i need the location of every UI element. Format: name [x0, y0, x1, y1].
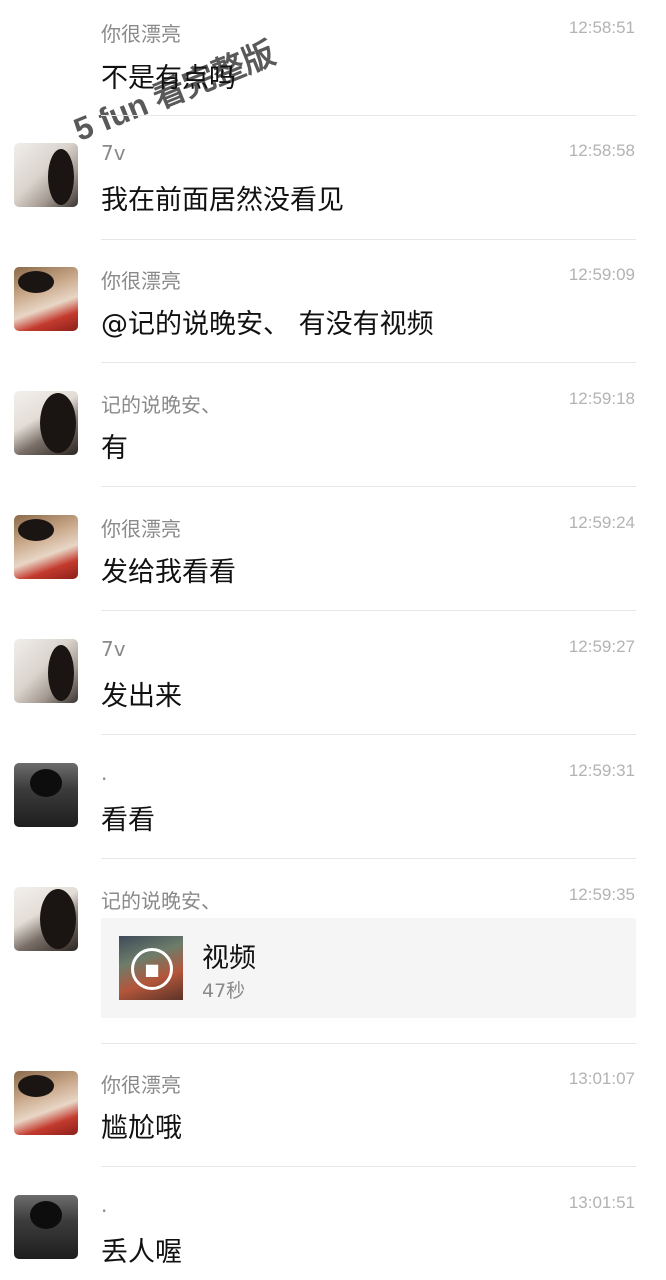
- message-time: 12:58:58: [568, 141, 635, 160]
- message-time: 13:01:51: [568, 1193, 635, 1212]
- sender-name: 7v: [101, 141, 126, 165]
- sender-name: 你很漂亮: [101, 269, 181, 293]
- video-thumbnail[interactable]: ■: [119, 936, 183, 1000]
- video-duration: 47秒: [202, 980, 246, 1002]
- message-text: 发给我看看: [101, 557, 236, 588]
- message-item[interactable]: 你很漂亮 12:58:51 不是有点吗: [0, 0, 666, 116]
- message-time: 12:59:18: [568, 389, 635, 408]
- message-time: 12:59:27: [568, 637, 635, 656]
- message-time: 13:01:07: [568, 1069, 635, 1088]
- sender-name: .: [101, 1193, 108, 1217]
- sender-name: 记的说晚安、: [101, 889, 221, 913]
- avatar[interactable]: [14, 887, 78, 951]
- sender-name: 你很漂亮: [101, 517, 181, 541]
- video-title: 视频: [202, 943, 256, 974]
- sender-name: .: [101, 761, 108, 785]
- avatar[interactable]: [14, 143, 78, 207]
- message-text: 有: [101, 433, 128, 464]
- video-camera-icon: ■: [131, 948, 173, 990]
- message-text: 尴尬哦: [101, 1113, 182, 1144]
- avatar[interactable]: [14, 639, 78, 703]
- sender-name: 你很漂亮: [101, 22, 181, 46]
- message-item[interactable]: 7v 12:59:27 发出来: [0, 612, 666, 736]
- message-text: 发出来: [101, 681, 182, 712]
- avatar[interactable]: [14, 515, 78, 579]
- sender-name: 7v: [101, 637, 126, 661]
- message-time: 12:58:51: [568, 18, 635, 37]
- divider: [101, 858, 636, 859]
- message-item[interactable]: 你很漂亮 13:01:07 尴尬哦: [0, 1044, 666, 1168]
- divider: [101, 362, 636, 363]
- message-time: 12:59:24: [568, 513, 635, 532]
- message-item[interactable]: . 13:01:51 丢人喔: [0, 1168, 666, 1280]
- divider: [101, 734, 636, 735]
- message-item[interactable]: 记的说晚安、 12:59:18 有: [0, 364, 666, 488]
- sender-name: 记的说晚安、: [101, 393, 221, 417]
- avatar[interactable]: [14, 763, 78, 827]
- message-item[interactable]: 记的说晚安、 12:59:35 ■ 视频 47秒: [0, 860, 666, 1044]
- avatar[interactable]: [14, 1195, 78, 1259]
- message-item[interactable]: 7v 12:58:58 我在前面居然没看见: [0, 116, 666, 240]
- message-item[interactable]: . 12:59:31 看看: [0, 736, 666, 860]
- message-text: 不是有点吗: [101, 63, 236, 94]
- divider: [101, 610, 636, 611]
- message-item[interactable]: 你很漂亮 12:59:09 @记的说晚安、 有没有视频: [0, 240, 666, 364]
- sender-name: 你很漂亮: [101, 1073, 181, 1097]
- divider: [101, 486, 636, 487]
- message-time: 12:59:35: [568, 885, 635, 904]
- message-text: 看看: [101, 805, 155, 836]
- video-message-card[interactable]: ■ 视频 47秒: [101, 918, 636, 1018]
- message-item[interactable]: 你很漂亮 12:59:24 发给我看看: [0, 488, 666, 612]
- message-text: 我在前面居然没看见: [101, 185, 344, 216]
- message-text: 丢人喔: [101, 1237, 182, 1268]
- message-text: @记的说晚安、 有没有视频: [101, 309, 434, 340]
- message-time: 12:59:09: [568, 265, 635, 284]
- avatar[interactable]: [14, 391, 78, 455]
- message-time: 12:59:31: [568, 761, 635, 780]
- divider: [101, 1166, 636, 1167]
- avatar[interactable]: [14, 267, 78, 331]
- avatar[interactable]: [14, 1071, 78, 1135]
